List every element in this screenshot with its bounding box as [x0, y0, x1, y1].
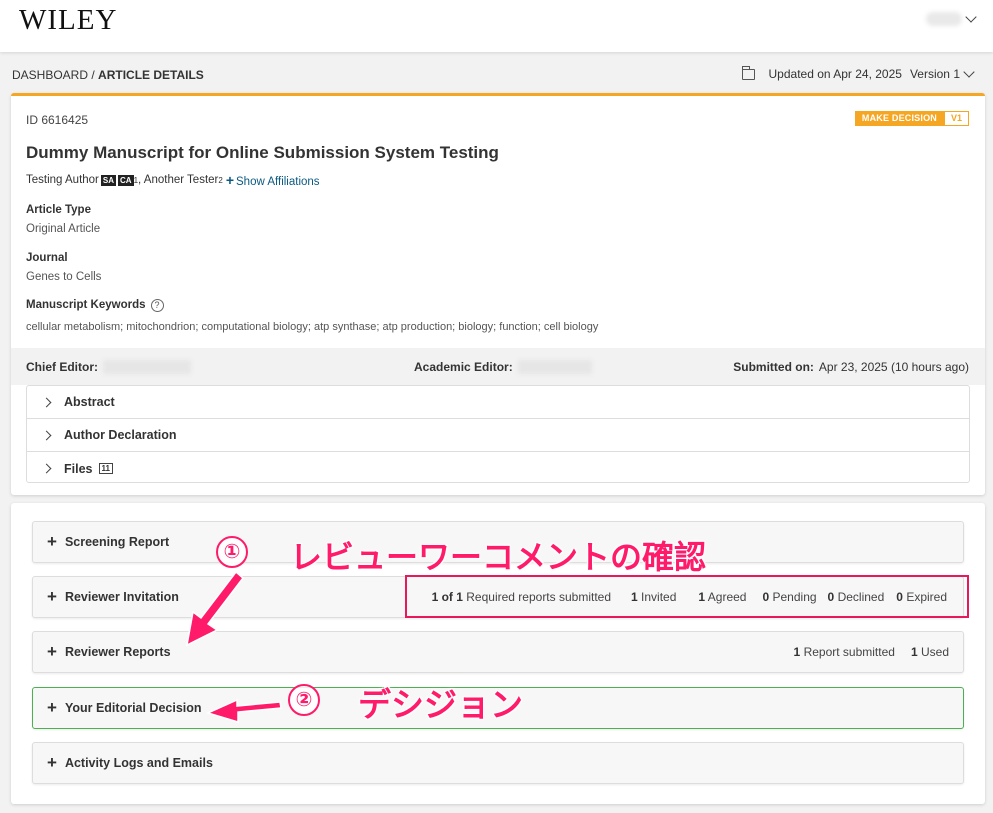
article-type-value: Original Article	[26, 223, 101, 235]
affiliation-sup: 2	[218, 175, 223, 185]
article-type-label: Article Type	[26, 204, 91, 216]
annotation-number-1: ①	[216, 536, 248, 568]
breadcrumb-dashboard[interactable]: DASHBOARD	[12, 68, 88, 82]
section-label: Your Editorial Decision	[64, 701, 202, 715]
breadcrumb: DASHBOARD / ARTICLE DETAILS	[12, 68, 204, 82]
version-badge: V1	[943, 111, 969, 126]
show-affiliations-label: Show Affiliations	[236, 176, 320, 188]
journal-value: Genes to Cells	[26, 271, 102, 283]
breadcrumb-bar: DASHBOARD / ARTICLE DETAILS Updated on A…	[0, 52, 993, 94]
chevron-right-icon	[41, 397, 52, 407]
version-select[interactable]: Version 1	[909, 66, 975, 81]
user-name-redacted	[926, 12, 962, 26]
submitted-label: Submitted on:	[733, 360, 814, 374]
stat-report-submitted: 1 Report submitted	[793, 645, 895, 659]
update-info: Updated on Apr 24, 2025 Version 1	[741, 65, 975, 81]
chief-editor-redacted	[103, 360, 191, 374]
manuscript-id: ID 6616425	[26, 113, 89, 127]
files-label: Files	[64, 461, 93, 476]
details-accordion: Abstract Author Declaration Files 11	[26, 385, 970, 483]
academic-editor-label: Academic Editor:	[414, 360, 513, 374]
accordion-files[interactable]: Files 11	[27, 452, 969, 485]
abstract-label: Abstract	[64, 395, 115, 409]
annotation-number-2: ②	[288, 684, 320, 716]
version-label: Version 1	[909, 67, 960, 81]
plus-icon: +	[47, 698, 57, 717]
show-affiliations-button[interactable]: + Show Affiliations	[226, 172, 320, 188]
editor-row: Chief Editor: Academic Editor: Submitted…	[11, 348, 985, 385]
journal-label: Journal	[26, 252, 68, 264]
user-menu[interactable]	[926, 11, 977, 26]
status-badge: MAKE DECISION V1	[854, 111, 969, 126]
plus-icon: +	[47, 753, 57, 772]
help-icon[interactable]: ?	[150, 299, 164, 312]
annotation-highlight-box	[405, 575, 969, 618]
chevron-down-icon	[963, 66, 975, 78]
updated-date: Updated on Apr 24, 2025	[768, 67, 902, 81]
submitted-value: Apr 23, 2025 (10 hours ago)	[818, 360, 969, 374]
chief-editor-label: Chief Editor:	[26, 360, 98, 374]
stat-used: 1 Used	[910, 645, 949, 659]
chevron-down-icon	[965, 11, 977, 23]
breadcrumb-separator: /	[88, 68, 99, 82]
annotation-text-2: デシジョン	[358, 685, 523, 724]
plus-icon: +	[47, 642, 57, 661]
accordion-abstract[interactable]: Abstract	[27, 386, 969, 419]
reports-stats: 1 Report submitted 1 Used	[774, 645, 949, 659]
academic-editor: Academic Editor:	[414, 360, 592, 374]
section-activity-logs[interactable]: + Activity Logs and Emails	[32, 742, 964, 784]
manuscript-title: Dummy Manuscript for Online Submission S…	[26, 143, 499, 162]
author-name: Testing Author	[26, 174, 99, 186]
status-label: MAKE DECISION	[854, 111, 944, 126]
section-reviewer-reports[interactable]: + Reviewer Reports 1 Report submitted 1 U…	[32, 631, 964, 673]
folder-icon[interactable]	[741, 65, 755, 80]
author-declaration-label: Author Declaration	[64, 428, 177, 442]
annotation-text-1: レビューワーコメントの確認	[290, 538, 707, 576]
keywords-label-row: Manuscript Keywords?	[26, 299, 164, 312]
academic-editor-redacted	[517, 360, 592, 374]
chevron-right-icon	[41, 430, 52, 440]
section-label: Reviewer Reports	[64, 645, 171, 659]
chief-editor: Chief Editor:	[26, 360, 191, 374]
manuscript-card: ID 6616425 MAKE DECISION V1 Dummy Manusc…	[11, 93, 985, 495]
files-count-badge: 11	[98, 463, 113, 474]
accordion-author-declaration[interactable]: Author Declaration	[27, 419, 969, 452]
keywords-label: Manuscript Keywords	[26, 299, 146, 311]
wiley-logo[interactable]: WILEY	[19, 4, 117, 37]
top-bar: WILEY	[0, 0, 993, 52]
breadcrumb-current: ARTICLE DETAILS	[98, 68, 204, 82]
plus-icon: +	[47, 532, 57, 551]
chevron-right-icon	[41, 463, 52, 474]
role-badge-sa: SA	[100, 174, 117, 186]
section-label: Screening Report	[64, 535, 170, 549]
section-label: Activity Logs and Emails	[64, 756, 213, 770]
plus-icon: +	[47, 587, 57, 606]
plus-icon: +	[225, 172, 235, 188]
keywords-value: cellular metabolism; mitochondrion; comp…	[26, 321, 599, 333]
section-label: Reviewer Invitation	[64, 590, 179, 604]
role-badge-ca: CA	[118, 174, 134, 186]
submitted-on: Submitted on: Apr 23, 2025 (10 hours ago)	[733, 360, 969, 374]
author-list: Testing Author SA CA 1 , Another Tester …	[26, 172, 320, 188]
author-name: , Another Tester	[138, 174, 219, 186]
